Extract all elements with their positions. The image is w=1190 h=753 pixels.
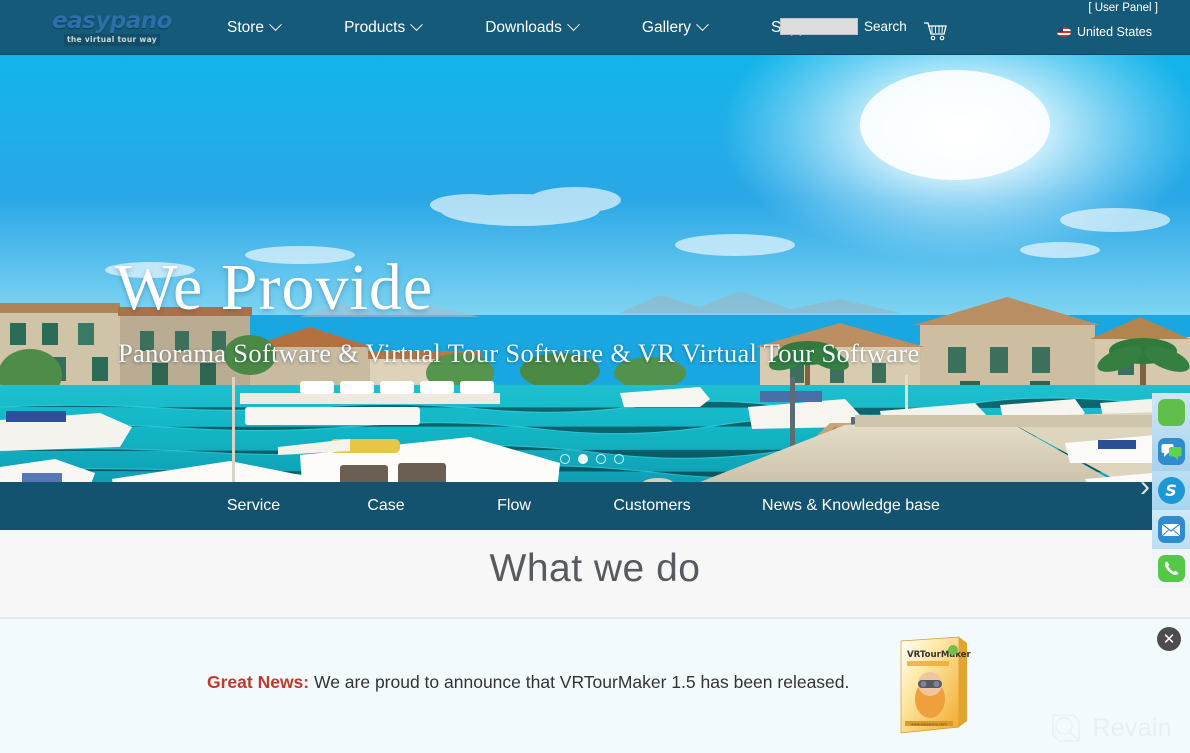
phone-icon[interactable] (1152, 549, 1190, 588)
what-we-do-section: What we do (0, 530, 1190, 618)
search-button[interactable]: Search (864, 19, 907, 34)
revain-logo-icon (1052, 714, 1081, 742)
nav-item-gallery-label: Gallery (641, 19, 692, 36)
nav-item-downloads[interactable]: Downloads (453, 0, 610, 55)
site-header: easypano the virtual tour way Store Prod… (0, 0, 1190, 55)
hero-carousel[interactable]: We Provide Panorama Software & Virtual T… (0, 55, 1190, 482)
email-icon[interactable] (1152, 510, 1190, 549)
nav-item-store-label: Store (227, 19, 265, 36)
carousel-dot-3[interactable] (596, 454, 606, 464)
subnav-item-flow[interactable]: Flow (450, 497, 578, 515)
skype-icon[interactable]: S (1152, 471, 1190, 510)
promo-banner-text: Great News: We are proud to announce tha… (207, 672, 849, 693)
carousel-dot-2[interactable] (578, 454, 588, 464)
section-heading: What we do (489, 547, 701, 590)
skype-letter: S (1165, 481, 1177, 500)
subnav-item-case[interactable]: Case (322, 497, 450, 515)
close-icon[interactable]: ✕ (1157, 627, 1181, 651)
promo-highlight: Great News: (207, 672, 310, 692)
subnav-item-customers[interactable]: Customers (578, 497, 726, 515)
hero-subtitle: Panorama Software & Virtual Tour Softwar… (118, 338, 920, 368)
revain-watermark: Revain (1049, 711, 1172, 745)
nav-item-downloads-label: Downloads (485, 19, 562, 36)
svg-text:www.easypano.com: www.easypano.com (911, 722, 947, 726)
nav-item-gallery[interactable]: Gallery (610, 0, 739, 55)
logo-tagline: the virtual tour way (64, 34, 160, 46)
promo-message: We are proud to announce that VRTourMake… (309, 672, 850, 692)
chat-bubbles-icon[interactable] (1152, 432, 1190, 471)
revain-label: Revain (1092, 713, 1172, 742)
us-flag-icon (1056, 27, 1071, 37)
user-panel-link[interactable]: [ User Panel ] (1088, 2, 1158, 14)
main-navigation: Store Products Downloads Gallery Support (195, 0, 873, 55)
carousel-dots (560, 454, 624, 464)
svg-text:VRTourMaker: VRTourMaker (907, 650, 972, 660)
chevron-down-icon (269, 18, 282, 32)
subnav-item-service[interactable]: Service (185, 497, 322, 515)
country-label: United States (1076, 25, 1152, 39)
carousel-dot-4[interactable] (614, 454, 624, 464)
secondary-navigation: Service Case Flow Customers News & Knowl… (0, 482, 1190, 530)
shopping-cart-icon[interactable] (922, 20, 948, 42)
logo-wordmark: easypano (52, 8, 172, 34)
chevron-down-icon (567, 18, 580, 32)
nav-item-products[interactable]: Products (312, 0, 453, 55)
nav-item-store[interactable]: Store (195, 0, 312, 55)
search-area: Search (780, 18, 907, 35)
carousel-dot-1[interactable] (560, 454, 570, 464)
chevron-down-icon (696, 18, 709, 32)
country-selector[interactable]: United States (1056, 25, 1152, 39)
search-input[interactable] (780, 18, 858, 35)
product-box-image[interactable]: VRTourMaker www.easypano.com (893, 635, 973, 735)
subnav-item-news-knowledge-base[interactable]: News & Knowledge base (726, 497, 976, 515)
qq-top-icon[interactable] (1152, 393, 1190, 432)
floating-contact-toolbar: S (1152, 393, 1190, 588)
chevron-right-icon[interactable]: › (1140, 470, 1150, 504)
chevron-down-icon (410, 18, 424, 32)
site-logo[interactable]: easypano the virtual tour way (52, 4, 172, 50)
nav-item-products-label: Products (344, 19, 406, 36)
hero-title: We Provide (115, 251, 434, 324)
